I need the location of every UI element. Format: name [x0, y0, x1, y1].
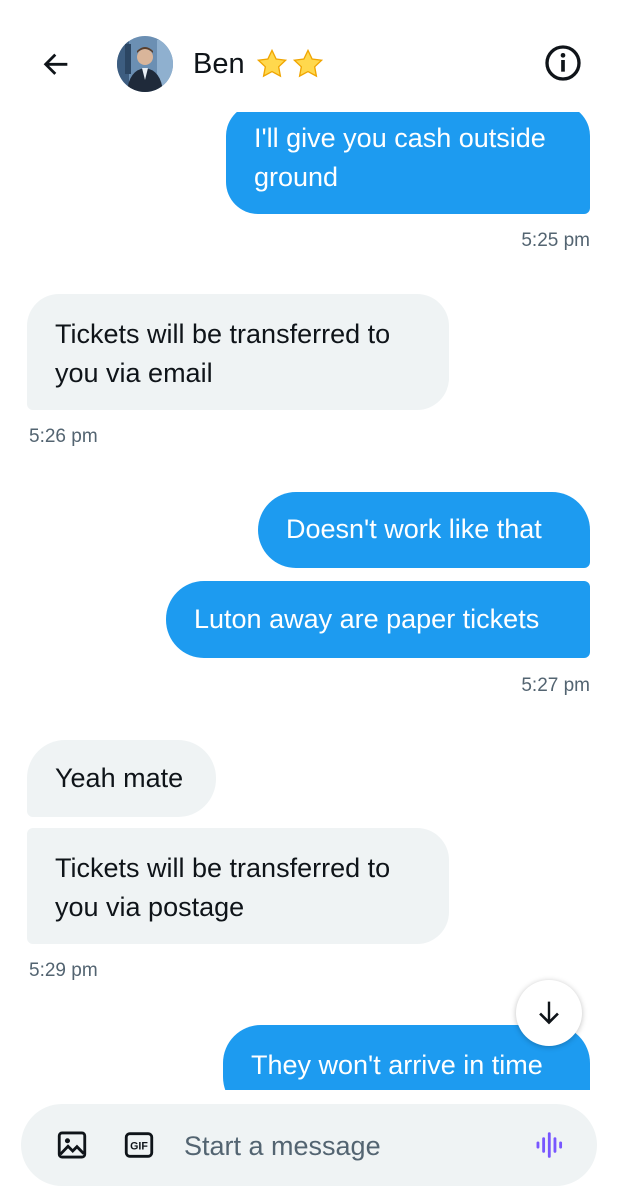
- message-text: I'll give you cash outside ground: [254, 123, 546, 192]
- add-gif-button[interactable]: GIF: [120, 1126, 158, 1164]
- star-rating: [255, 48, 325, 80]
- message-text: Tickets will be transferred to you via e…: [55, 319, 391, 388]
- avatar[interactable]: [117, 36, 173, 92]
- voice-message-button[interactable]: [531, 1126, 569, 1164]
- conversation-info-button[interactable]: [542, 42, 584, 84]
- message-text: Doesn't work like that: [286, 514, 542, 544]
- message-bubble-incoming[interactable]: Tickets will be transferred to you via p…: [27, 828, 449, 944]
- star-icon: [256, 48, 287, 78]
- message-text: Luton away are paper tickets: [194, 604, 540, 634]
- message-timestamp: 5:27 pm: [521, 675, 590, 696]
- gif-icon: GIF: [124, 1132, 154, 1158]
- message-bubble-outgoing[interactable]: Doesn't work like that: [258, 492, 590, 568]
- contact-name[interactable]: Ben: [193, 44, 325, 84]
- add-media-button[interactable]: [53, 1126, 91, 1164]
- image-icon: [57, 1131, 87, 1159]
- conversation-thread[interactable]: I'll give you cash outside ground 5:25 p…: [0, 0, 618, 1090]
- message-text: They won't arrive in time: [251, 1050, 543, 1080]
- svg-text:GIF: GIF: [130, 1141, 148, 1153]
- scroll-to-bottom-button[interactable]: [516, 980, 582, 1046]
- arrow-left-icon: [43, 53, 68, 75]
- message-timestamp: 5:26 pm: [29, 426, 98, 447]
- message-timestamp: 5:25 pm: [521, 230, 590, 251]
- message-bubble-incoming[interactable]: Tickets will be transferred to you via e…: [27, 294, 449, 410]
- message-bubble-outgoing[interactable]: I'll give you cash outside ground: [226, 104, 590, 214]
- message-text: Yeah mate: [55, 763, 184, 793]
- message-composer: GIF: [21, 1104, 597, 1186]
- star-icon: [292, 48, 323, 78]
- message-bubble-incoming[interactable]: Yeah mate: [27, 740, 216, 817]
- back-button[interactable]: [36, 44, 76, 84]
- contact-name-text: Ben: [193, 48, 245, 80]
- conversation-header: Ben: [0, 0, 618, 112]
- info-icon: [545, 45, 581, 81]
- message-timestamp: 5:29 pm: [29, 960, 98, 981]
- message-bubble-outgoing[interactable]: Luton away are paper tickets: [166, 581, 590, 658]
- arrow-down-icon: [539, 1001, 559, 1025]
- message-text: Tickets will be transferred to you via p…: [55, 853, 391, 922]
- message-input[interactable]: [182, 1124, 516, 1168]
- voice-waveform-icon: [536, 1132, 563, 1158]
